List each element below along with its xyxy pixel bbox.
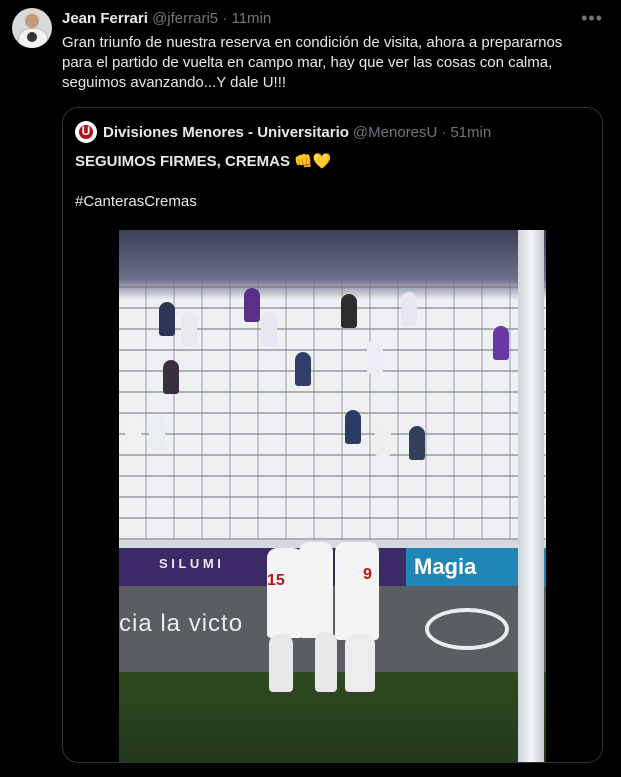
author-name[interactable]: Jean Ferrari [62, 10, 148, 27]
fan [367, 340, 383, 374]
fan [163, 360, 179, 394]
fan [181, 312, 197, 346]
quoted-tweet-time[interactable]: 51min [450, 124, 491, 141]
logo-letter: U [81, 124, 91, 138]
match-photo[interactable]: S I L U M I Magia cia la victo 15 9 [119, 230, 546, 762]
tweet-time[interactable]: 11min [231, 10, 271, 27]
fan [244, 288, 260, 322]
fan [295, 352, 311, 386]
ad-board-text: cia la victo [119, 610, 244, 637]
tweet-text-line: Gran triunfo de nuestra reserva en condi… [62, 34, 563, 51]
fan [375, 422, 391, 456]
quoted-tweet[interactable]: U Divisiones Menores - Universitario @Me… [62, 107, 603, 763]
goal-post [518, 230, 544, 762]
player-number: 15 [267, 572, 285, 589]
player [267, 548, 303, 638]
player-number: 9 [363, 566, 372, 583]
quoted-tweet-header: U Divisiones Menores - Universitario @Me… [75, 121, 491, 143]
player [315, 632, 337, 692]
player [345, 634, 375, 692]
banner-text: S I L U M I [159, 556, 221, 571]
crowd-top [119, 230, 546, 300]
tweet-text-line: para el partido de vuelta en campo mar, … [62, 54, 553, 71]
fan [341, 294, 357, 328]
quoted-author-handle[interactable]: @MenoresU [353, 124, 437, 141]
author-handle[interactable]: @jferrari5 [152, 10, 218, 27]
fan [125, 416, 141, 450]
separator-dot: · [441, 123, 447, 141]
tweet-header: Jean Ferrari @jferrari5 · 11min [62, 10, 271, 27]
fan [401, 292, 417, 326]
hashtag-link[interactable]: #CanterasCremas [75, 193, 197, 210]
fan [409, 426, 425, 460]
separator-dot: · [222, 10, 228, 27]
avatar-head [25, 14, 39, 28]
more-dots-icon[interactable]: ••• [581, 8, 603, 29]
quoted-tweet-text: SEGUIMOS FIRMES, CREMAS 👊💛 [75, 152, 332, 172]
avatar[interactable] [12, 8, 52, 48]
player [269, 634, 293, 692]
avatar-ball-icon [27, 32, 37, 42]
tweet-text: Gran triunfo de nuestra reserva en condi… [62, 33, 607, 93]
player [299, 542, 333, 638]
tweet-text-line: seguimos avanzando...Y dale U!!! [62, 74, 287, 91]
fan [345, 410, 361, 444]
banner-text-right: Magia [414, 554, 477, 579]
fan [159, 302, 175, 336]
player [335, 542, 379, 640]
hyundai-logo-icon [425, 608, 509, 650]
tweet[interactable]: Jean Ferrari @jferrari5 · 11min ••• Gran… [0, 0, 621, 777]
fan [261, 312, 277, 346]
universitario-logo-icon[interactable]: U [75, 121, 97, 143]
quoted-tweet-line: SEGUIMOS FIRMES, CREMAS 👊💛 [75, 153, 332, 170]
fan [493, 326, 509, 360]
fan [149, 416, 165, 450]
quoted-author-name[interactable]: Divisiones Menores - Universitario [103, 124, 349, 141]
